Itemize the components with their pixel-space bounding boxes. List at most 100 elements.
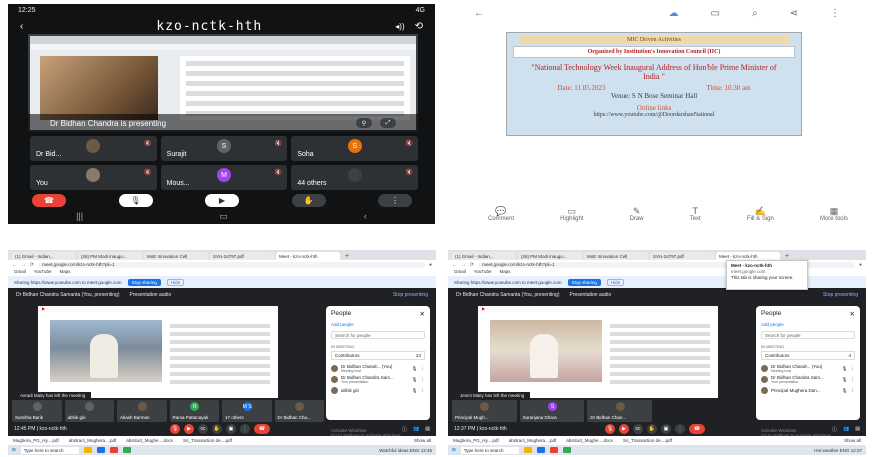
- bookmark-item[interactable]: Gmail: [14, 269, 26, 276]
- more-icon[interactable]: ⋮: [830, 8, 840, 19]
- forward-icon[interactable]: →: [461, 262, 466, 268]
- profile-icon[interactable]: ●: [429, 262, 432, 268]
- url-field[interactable]: meet.google.com/kzo-nctk-hth?pli=1: [38, 261, 425, 268]
- browser-tab[interactable]: Meet - kzo-nctk-hth: [716, 252, 780, 260]
- participant-tile[interactable]: S Surajit 🔇: [160, 136, 288, 161]
- stop-sharing-button[interactable]: Stop sharing: [567, 278, 601, 286]
- participant-tile[interactable]: Sumitha Barik: [12, 400, 62, 422]
- reload-icon[interactable]: ⟳: [30, 262, 34, 268]
- taskbar-search[interactable]: Type here to search: [460, 446, 519, 454]
- bookmark-item[interactable]: Maps: [499, 269, 510, 276]
- participant-row[interactable]: Dr Bidhan Chandr... (You) Meeting host 🎙 ⋮: [761, 363, 855, 374]
- tool-text[interactable]: T Text: [690, 206, 701, 222]
- participant-tile[interactable]: Akash Barman: [117, 400, 167, 422]
- tool-draw[interactable]: ✎ Draw: [630, 206, 644, 222]
- add-people-button[interactable]: Add people: [761, 322, 855, 327]
- more-options-button[interactable]: ⋮: [378, 193, 412, 207]
- participant-tile[interactable]: 44 others 🔇: [291, 165, 418, 190]
- bookmark-item[interactable]: Maps: [59, 269, 70, 276]
- more-icon[interactable]: ⋮: [421, 366, 426, 372]
- participant-tile[interactable]: R Rama Pattanayak: [169, 400, 219, 422]
- windows-start-icon[interactable]: ⊞: [12, 447, 16, 453]
- download-item[interactable]: Sri_Transaction de....pdf: [623, 438, 672, 443]
- camera-off-button[interactable]: ▶: [184, 424, 194, 434]
- download-item[interactable]: abstract_Mughe....docx: [126, 438, 173, 443]
- download-item[interactable]: abstract_Mughe....docx: [566, 438, 613, 443]
- cloud-icon[interactable]: ☁: [669, 8, 679, 19]
- download-item[interactable]: Mughera_PG_Hy....pdf: [453, 438, 499, 443]
- taskbar-search[interactable]: Type here to search: [20, 446, 79, 454]
- present-button[interactable]: ▣: [226, 424, 236, 434]
- show-all-button[interactable]: Show all: [414, 438, 431, 443]
- presentation-audio-toggle[interactable]: Presentation audio: [570, 292, 612, 298]
- browser-tab[interactable]: Meet - kzo-nctk-hth: [276, 252, 340, 260]
- fullscreen-icon[interactable]: ⤢: [380, 118, 396, 128]
- back-icon[interactable]: ←: [12, 262, 17, 268]
- file-explorer-icon[interactable]: [523, 447, 532, 453]
- end-call-button[interactable]: ☎: [254, 424, 270, 434]
- poster-url[interactable]: https://www.youtube.com/@DoordarshanNati…: [507, 112, 801, 118]
- meeting-code[interactable]: kzo-nctk-hth: [33, 19, 385, 34]
- youtube-video[interactable]: [50, 320, 162, 382]
- people-icon[interactable]: 👥: [413, 426, 419, 433]
- contributors-group[interactable]: Contributors 4: [761, 351, 855, 360]
- new-tab-icon[interactable]: +: [782, 253, 792, 260]
- show-all-button[interactable]: Show all: [844, 438, 861, 443]
- mic-off-button[interactable]: 🎙: [170, 424, 180, 434]
- raise-hand-button[interactable]: ✋: [647, 424, 657, 434]
- download-item[interactable]: abstract_Mughera....pdf: [509, 438, 557, 443]
- back-icon[interactable]: ‹: [364, 211, 367, 222]
- captions-button[interactable]: cc: [198, 424, 208, 434]
- more-icon[interactable]: ⋮: [851, 366, 856, 372]
- app-icon[interactable]: [122, 447, 131, 453]
- info-icon[interactable]: ⓘ: [402, 426, 407, 433]
- new-tab-icon[interactable]: +: [342, 253, 352, 260]
- participant-tile[interactable]: Dr Bidhan Cha...: [274, 400, 324, 422]
- switch-camera-icon[interactable]: ⟲: [415, 21, 423, 32]
- search-icon[interactable]: ⌕: [752, 8, 758, 19]
- download-item[interactable]: abstract_Mughera....pdf: [69, 438, 117, 443]
- browser-tab[interactable]: (1) Gmail - Indian...: [452, 252, 516, 260]
- hide-button[interactable]: Hide: [166, 278, 185, 286]
- participant-tile[interactable]: M S 17 others: [222, 400, 272, 422]
- more-options-button[interactable]: ⋮: [240, 424, 250, 434]
- bookmark-item[interactable]: Gmail: [454, 269, 466, 276]
- stop-presenting-button[interactable]: Stop presenting: [823, 292, 858, 298]
- tool-more-tools[interactable]: ▦ More tools: [820, 206, 848, 222]
- comment-icon[interactable]: ▭: [711, 8, 720, 19]
- download-item[interactable]: Mughera_PG_Hy....pdf: [13, 438, 59, 443]
- chrome-icon[interactable]: [109, 447, 118, 453]
- youtube-video[interactable]: [490, 320, 602, 382]
- reload-icon[interactable]: ⟳: [470, 262, 474, 268]
- back-icon[interactable]: ←: [452, 262, 457, 268]
- participant-row[interactable]: Principal Mughera Dan... 🎙 ⋮: [761, 385, 855, 396]
- info-icon[interactable]: ⓘ: [832, 426, 837, 433]
- participant-tile[interactable]: You 🔇: [30, 165, 157, 190]
- more-options-button[interactable]: ⋮: [675, 424, 685, 434]
- browser-tab[interactable]: SVU-24797.pdf: [210, 252, 274, 260]
- home-icon[interactable]: ▭: [219, 211, 228, 222]
- close-icon[interactable]: ✕: [850, 310, 855, 318]
- add-people-button[interactable]: Add people: [331, 322, 425, 327]
- bookmark-item[interactable]: YouTube: [474, 269, 492, 276]
- captions-button[interactable]: cc: [633, 424, 643, 434]
- chat-icon[interactable]: ▤: [425, 426, 430, 433]
- participant-tile[interactable]: abhik giri: [64, 400, 114, 422]
- end-call-button[interactable]: ☎: [32, 193, 66, 207]
- file-explorer-icon[interactable]: [83, 447, 92, 453]
- more-icon[interactable]: ⋮: [851, 388, 856, 394]
- mic-off-button[interactable]: 🎙: [605, 424, 615, 434]
- chat-icon[interactable]: ▤: [855, 426, 860, 433]
- speaker-icon[interactable]: ◂)): [395, 22, 404, 31]
- windows-start-icon[interactable]: ⊞: [452, 447, 456, 453]
- participant-row[interactable]: Dr Bidhan Chandr... (You) Meeting host 🎙 ⋮: [331, 363, 425, 374]
- pin-icon[interactable]: ⚲: [356, 118, 372, 128]
- camera-off-button[interactable]: ▶: [619, 424, 629, 434]
- tool-fill-sign[interactable]: ✍ Fill & Sign: [747, 206, 774, 222]
- app-icon[interactable]: [562, 447, 571, 453]
- tool-comment[interactable]: 💬 Comment: [488, 206, 514, 222]
- close-icon[interactable]: ✕: [420, 310, 425, 318]
- browser-tab[interactable]: SVU-24797.pdf: [650, 252, 714, 260]
- browser-tab[interactable]: MoE Innovation Cell: [144, 252, 208, 260]
- participant-tile[interactable]: S Soha 🔇: [291, 136, 418, 161]
